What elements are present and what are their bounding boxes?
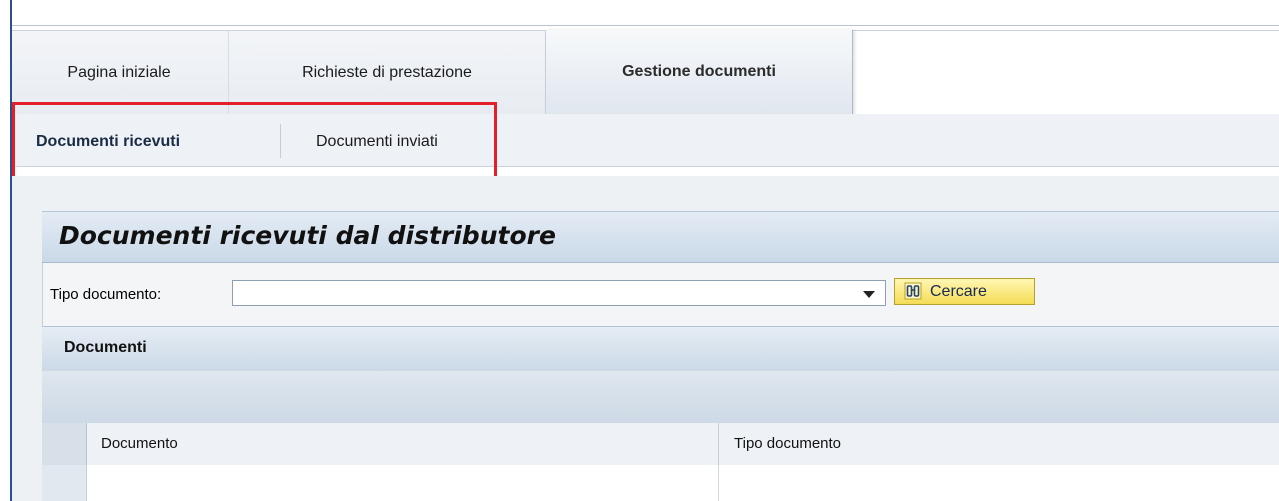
binoculars-icon [904,282,922,300]
select-all-cell[interactable] [42,423,87,465]
tab-strip-filler [852,31,1279,116]
chevron-down-icon[interactable] [863,291,875,298]
table-column-headers: Documento Tipo documento [42,423,1279,466]
cell-divider [718,465,719,501]
document-type-select[interactable] [232,280,886,306]
documents-table-title: Documenti [64,339,147,356]
highlight-box [12,102,497,180]
table-row[interactable] [42,465,1279,501]
search-button[interactable]: Cercare [894,278,1035,305]
row-selector[interactable] [42,465,87,501]
table-toolbar [42,371,1279,424]
panel-header: Documenti ricevuti dal distributore [42,211,1279,263]
document-type-label: Tipo documento: [50,286,162,303]
column-header-tipo-documento[interactable]: Tipo documento [734,423,841,465]
top-divider [12,25,1279,26]
search-button-label: Cercare [930,283,987,300]
column-header-documento[interactable]: Documento [101,423,178,465]
column-divider [718,423,719,465]
page-title: Documenti ricevuti dal distributore [59,221,556,250]
documents-table-header: Documenti [42,326,1279,372]
tab-gestione-documenti[interactable]: Gestione documenti [545,30,853,116]
